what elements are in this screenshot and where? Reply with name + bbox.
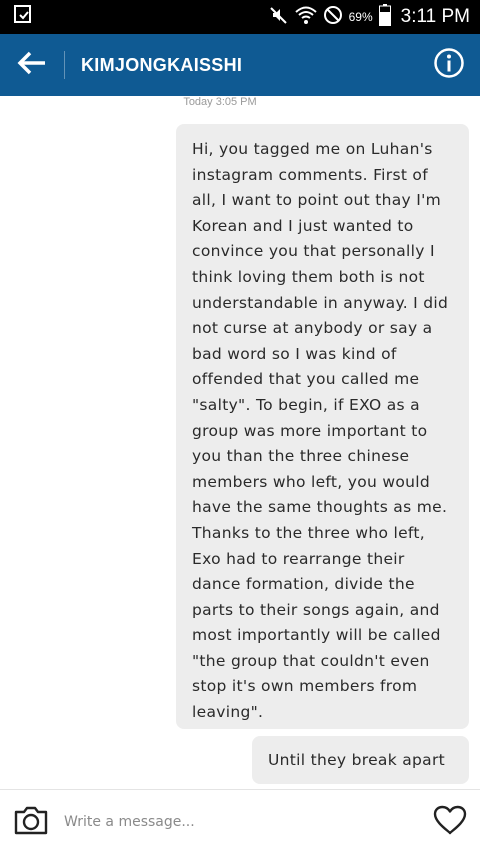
notification-icon [12,4,34,30]
message-text: Until they break apart [268,751,446,769]
status-time: 3:11 PM [400,6,470,27]
message-line: parts to their songs again, and [192,600,440,619]
battery-percent: 69% [348,10,373,24]
message-line: dance formation, divide the [192,575,415,594]
camera-button[interactable] [0,790,62,853]
message-line: "salty". To begin, if EXO as a [192,395,420,414]
info-button[interactable] [418,34,480,96]
back-button[interactable] [0,34,64,96]
conversation-header: KIMJONGKAISSHI [0,34,480,96]
message-line: members who left, you would [192,472,430,491]
heart-icon [433,805,467,839]
message-line: most importantly will be called [192,626,441,645]
message-thread[interactable]: Today 3:05 PM Hi, you tagged me on Luhan… [0,96,480,789]
message-line: all, I want to point out thay I'm [192,191,442,210]
message-line: stop it's own members from [192,677,418,696]
message-line: Exo had to rearrange their [192,549,405,568]
message-line: group was more important to [192,421,428,440]
message-input[interactable] [62,801,420,842]
message-line: think loving them both is not [192,267,425,286]
message-line: instagram comments. First of [192,165,428,184]
info-icon [433,47,465,83]
message-line: you than the three chinese [192,447,410,466]
message-line: understandable in anyway. I did [192,293,449,312]
message-line: leaving". [192,703,264,722]
message-line: convince you that personally I [192,242,435,261]
mute-icon [269,5,289,29]
message-line: Hi, you tagged me on Luhan's [192,140,433,158]
camera-icon [13,804,49,840]
message-line: Korean and I just wanted to [192,216,414,235]
message-line: "the group that couldn't even [192,651,430,670]
message-composer [0,789,480,853]
message-line: not curse at anybody or say a [192,319,433,338]
message-line: have the same thoughts as me. [192,498,448,517]
message-bubble[interactable]: Hi, you tagged me on Luhan's instagram c… [176,124,469,729]
wifi-icon [294,5,317,29]
message-line: bad word so I was kind of [192,344,397,363]
do-not-disturb-icon [323,5,343,29]
status-bar: 69% 3:11 PM [0,0,480,34]
arrow-left-icon [17,51,47,79]
conversation-title[interactable]: KIMJONGKAISSHI [65,55,418,76]
battery-icon [378,4,391,30]
like-button[interactable] [420,790,480,853]
message-line: Thanks to the three who left, [192,523,426,542]
message-bubble[interactable]: Until they break apart [252,736,469,784]
message-line: offended that you called me [192,370,420,389]
message-timestamp: Today 3:05 PM [183,96,257,108]
